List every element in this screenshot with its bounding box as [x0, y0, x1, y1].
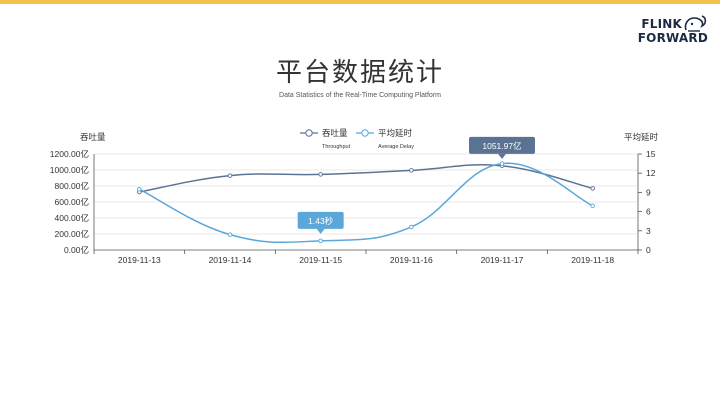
callout-text: 1051.97亿 [482, 141, 521, 151]
legend-swatch-marker [361, 129, 369, 137]
left-tick-label: 0.00亿 [64, 245, 89, 255]
series-line-1 [138, 162, 593, 244]
data-point [137, 186, 142, 192]
right-tick-label: 6 [646, 207, 651, 217]
x-tick-label: 2019-11-16 [390, 255, 433, 265]
legend-swatch-marker [305, 129, 313, 137]
x-tick-label: 2019-11-17 [481, 255, 524, 265]
callout-pointer [498, 153, 506, 159]
x-tick-label: 2019-11-14 [209, 255, 252, 265]
left-tick-label: 400.00亿 [55, 213, 90, 223]
legend-item-1[interactable]: 平均延时 Average Delay [356, 128, 414, 150]
x-tick-label: 2019-11-15 [299, 255, 342, 265]
callout-label: 1051.97亿 [469, 136, 535, 159]
left-tick-label: 600.00亿 [55, 197, 90, 207]
data-point [318, 238, 323, 244]
data-point [499, 161, 505, 166]
annotations: 1051.97亿 1.43秒 [297, 136, 535, 234]
data-point [409, 168, 414, 173]
right-tick-label: 12 [646, 168, 656, 178]
series-line-0 [139, 164, 593, 193]
legend[interactable]: 吞吐量 Throughput 平均延时 Average Delay [300, 128, 414, 150]
left-tick-label: 1000.00亿 [50, 165, 89, 175]
data-point [227, 232, 233, 237]
axes: 0.00亿 200.00亿 400.00亿 600.00亿 800.00亿 1000.00… [50, 132, 659, 265]
right-tick-label: 0 [646, 245, 651, 255]
left-axis-title: 吞吐量 [80, 132, 106, 142]
data-point [409, 224, 414, 230]
x-tick-label: 2019-11-18 [571, 255, 614, 265]
right-tick-label: 3 [646, 226, 651, 236]
legend-item-0[interactable]: 吞吐量 Throughput [300, 129, 351, 150]
left-tick-label: 800.00亿 [55, 181, 90, 191]
callout-pointer [316, 228, 325, 234]
grid-lines [94, 153, 638, 251]
right-tick-label: 15 [646, 149, 656, 159]
right-tick-label: 9 [646, 187, 651, 197]
legend-sublabel: Average Delay [378, 144, 414, 150]
data-point [590, 203, 595, 209]
dual-axis-line-chart: 0.00亿 200.00亿 400.00亿 600.00亿 800.00亿 1000.00… [50, 128, 659, 265]
callout-label: 1.43秒 [297, 211, 344, 234]
left-tick-label: 200.00亿 [55, 229, 90, 239]
data-point [590, 186, 595, 191]
legend-label: 平均延时 [378, 128, 413, 139]
data-point [227, 173, 233, 178]
x-tick-label: 2019-11-13 [118, 255, 161, 265]
legend-sublabel: Throughput [322, 144, 351, 150]
right-axis-title: 平均延时 [624, 132, 659, 142]
callout-text: 1.43秒 [308, 216, 334, 226]
legend-label: 吞吐量 [322, 129, 348, 139]
left-tick-label: 1200.00亿 [50, 149, 89, 159]
data-point [318, 172, 323, 177]
